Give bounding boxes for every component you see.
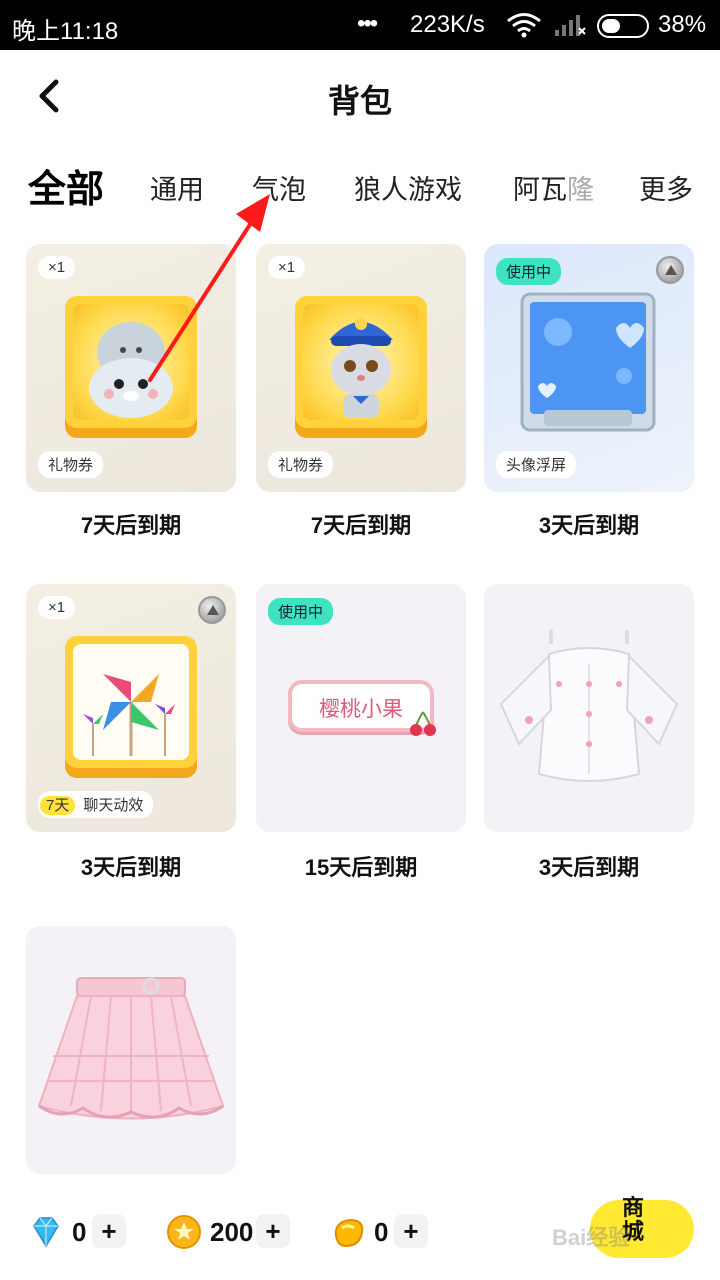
coin-count: 200 [210, 1217, 254, 1247]
network-speed: 223K/s [410, 11, 485, 38]
battery-icon [597, 14, 649, 38]
watermark: Bai经验 [552, 1225, 631, 1250]
gold-frame [295, 296, 427, 438]
tab-more[interactable]: 更多 [639, 168, 693, 207]
silver-rank-icon [656, 256, 684, 284]
item-quantity: ×1 [268, 256, 306, 279]
seal-gift-icon [89, 322, 173, 418]
battery-percent: 38% [658, 11, 707, 38]
pink-skirt-icon [37, 977, 225, 1120]
tab-general[interactable]: 通用 [150, 168, 204, 207]
item-expiry: 7天后到期 [310, 513, 412, 538]
bean-balance: 0 + [330, 1214, 430, 1250]
cherry-icon [410, 711, 436, 736]
tab-avalon-label-fade: 隆 [567, 175, 594, 205]
item-expiry: 3天后到期 [538, 855, 640, 880]
status-bar: 晚上11:18 ••• 223K/s 38% [0, 0, 720, 50]
diamond-icon [33, 1217, 59, 1248]
diamond-count: 0 [72, 1217, 87, 1247]
item-card-skirt[interactable] [26, 926, 236, 1174]
notification-dots: ••• [357, 10, 378, 37]
tab-avalon-label: 阿瓦 [513, 175, 567, 205]
coin-icon [167, 1215, 201, 1249]
gold-frame [65, 296, 197, 438]
item-card-cherry-bubble[interactable]: 使用中 樱桃小果 [256, 584, 466, 832]
pinwheel-icon [83, 674, 175, 756]
header: 背包 [0, 50, 720, 140]
tab-avalon[interactable]: 阿瓦隆 [513, 168, 594, 207]
item-card-blouse[interactable] [484, 584, 694, 832]
in-use-badge: 使用中 [268, 598, 334, 625]
bunny-police-gift-icon [329, 318, 393, 418]
item-expiry: 3天后到期 [80, 855, 182, 880]
item-quantity: ×1 [38, 256, 76, 279]
item-card-pinwheel[interactable]: ×1 7天 聊天动效 [26, 584, 236, 832]
duration-badge: 7天 [40, 796, 76, 815]
silver-rank-icon [198, 596, 226, 624]
wifi-icon [507, 13, 541, 38]
item-card-bunny[interactable]: ×1 礼物券 [256, 244, 466, 492]
tab-all[interactable]: 全部 [28, 158, 104, 213]
add-bean-button[interactable]: + [394, 1214, 428, 1248]
item-type-label: 聊天动效 [83, 797, 144, 814]
item-expiry: 3天后到期 [538, 513, 640, 538]
add-diamond-button[interactable]: + [92, 1214, 126, 1248]
balloon-frame-icon [520, 292, 656, 432]
item-card-seal[interactable]: ×1 礼物券 [26, 244, 236, 492]
item-type-tag: 头像浮屏 [496, 451, 577, 478]
diamond-balance: 0 + [28, 1214, 128, 1250]
bean-count: 0 [374, 1217, 389, 1247]
category-tabs: 全部 通用 气泡 狼人游戏 阿瓦隆 更多 [0, 150, 720, 220]
white-blouse-icon [499, 630, 679, 782]
tab-werewolf[interactable]: 狼人游戏 [354, 168, 462, 207]
item-type-tag: 礼物券 [38, 451, 104, 478]
bean-icon [334, 1218, 364, 1248]
tab-bubble[interactable]: 气泡 [252, 168, 306, 207]
gold-frame [65, 636, 197, 778]
item-type-tag: 礼物券 [268, 451, 334, 478]
item-quantity: ×1 [38, 596, 76, 619]
in-use-badge: 使用中 [496, 258, 562, 285]
item-card-balloon-frame[interactable]: 使用中 头像浮屏 [484, 244, 694, 492]
item-expiry: 7天后到期 [80, 513, 182, 538]
page-title: 背包 [327, 83, 392, 119]
status-time: 晚上11:18 [12, 18, 119, 45]
item-expiry: 15天后到期 [304, 855, 418, 880]
signal-icon [555, 15, 586, 36]
coin-balance: 200 + [166, 1214, 296, 1250]
item-type-tag: 7天 聊天动效 [38, 791, 154, 818]
add-coin-button[interactable]: + [256, 1214, 290, 1248]
